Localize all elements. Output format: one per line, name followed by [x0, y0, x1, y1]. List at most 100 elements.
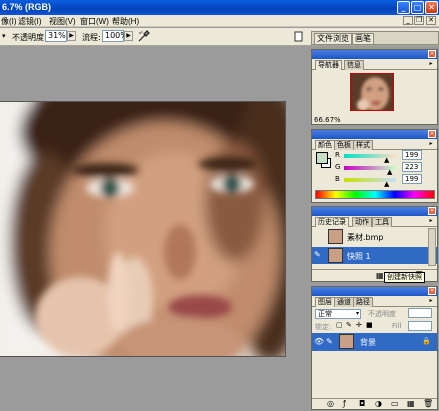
lock-image-icon[interactable]: ✎ — [346, 321, 352, 329]
tab-history[interactable]: 历史记录 — [315, 217, 349, 227]
new-document-icon[interactable]: ▦ — [376, 271, 384, 280]
navigator-preview-image — [351, 74, 393, 110]
document-canvas[interactable] — [0, 101, 286, 357]
tab-tools[interactable]: 工具 — [372, 217, 392, 227]
tab-color[interactable]: 颜色 — [315, 140, 335, 150]
tab-paths[interactable]: 路径 — [353, 297, 373, 307]
blend-mode-value: 正常 — [318, 310, 332, 318]
b-value-field[interactable]: 199 — [402, 174, 422, 184]
menu-view[interactable]: 视图(V) — [49, 16, 76, 27]
menu-help[interactable]: 帮助(H) — [112, 16, 139, 27]
page-icon[interactable] — [294, 31, 304, 42]
panel-caption[interactable]: × — [312, 207, 437, 216]
layers-panel: × 图层 通道 路径 ▸ 正常 ▾ 不透明度 锁定: ▢ ✎ ✛ ■ Fill … — [311, 286, 438, 410]
doc-minimize-button[interactable]: _ — [403, 16, 413, 25]
panel-caption[interactable]: × — [312, 130, 437, 139]
chevron-down-icon[interactable]: ▾ — [356, 310, 359, 318]
layer-name: 背景 — [360, 338, 376, 347]
trash-icon[interactable]: 🗑 — [423, 399, 433, 408]
panel-menu-icon[interactable]: ▸ — [427, 141, 435, 148]
g-label: G — [335, 163, 341, 171]
palette-well: 文件浏览 画笔 — [311, 31, 439, 45]
layer-style-icon[interactable]: ƒ — [343, 399, 346, 408]
g-slider-handle[interactable]: ▲ — [387, 168, 392, 176]
foreground-color-swatch-front[interactable] — [316, 152, 328, 164]
color-ramp[interactable] — [315, 190, 435, 199]
history-item-label: 快照 1 — [347, 252, 371, 261]
tab-swatches[interactable]: 色板 — [334, 140, 354, 150]
eye-icon[interactable]: 👁 — [314, 337, 324, 346]
b-slider-handle[interactable]: ▲ — [384, 180, 389, 188]
airbrush-icon[interactable] — [137, 30, 150, 43]
lock-label: 锁定: — [315, 323, 332, 331]
tab-layers[interactable]: 图层 — [315, 297, 335, 307]
panel-menu-icon[interactable]: ▸ — [427, 298, 435, 305]
new-layer-icon[interactable]: ▦ — [407, 399, 415, 408]
lock-position-icon[interactable]: ✛ — [356, 321, 362, 329]
brush-icon[interactable]: ✎ — [326, 337, 333, 346]
lock-transparency-icon[interactable]: ▢ — [336, 321, 343, 329]
maximize-button[interactable]: □ — [411, 1, 424, 14]
panel-menu-icon[interactable]: ▸ — [427, 61, 435, 68]
flow-field[interactable]: 100% — [102, 30, 128, 42]
mode-drop-icon[interactable]: ▾ — [2, 32, 6, 40]
menu-image[interactable]: 像(I) — [1, 16, 17, 27]
tab-channels[interactable]: 通道 — [334, 297, 354, 307]
history-brush-source-icon[interactable]: ✎ — [314, 250, 321, 259]
blend-mode-select[interactable]: 正常 ▾ — [315, 309, 361, 319]
panel-menu-icon[interactable]: ▸ — [427, 218, 435, 225]
g-value-field[interactable]: 223 — [402, 162, 422, 172]
layer-opacity-field[interactable] — [408, 308, 432, 318]
menu-filter[interactable]: 滤镜(I) — [18, 16, 42, 27]
new-group-icon[interactable]: ▭ — [391, 399, 399, 408]
tab-styles[interactable]: 样式 — [353, 140, 373, 150]
window-title: 6.7% (RGB) — [2, 2, 52, 12]
tab-navigator[interactable]: 导航器 — [315, 60, 342, 70]
doc-close-button[interactable]: ✕ — [426, 16, 436, 25]
adjustment-layer-icon[interactable]: ◑ — [375, 399, 382, 408]
opacity-dropdown-icon[interactable]: ▶ — [67, 31, 76, 41]
tab-brushes[interactable]: 画笔 — [352, 33, 374, 45]
link-icon[interactable]: ◎ — [327, 399, 334, 408]
history-thumbnail — [328, 229, 343, 244]
lock-all-icon[interactable]: ■ — [366, 321, 373, 329]
history-thumbnail — [328, 248, 343, 263]
opacity-field[interactable]: 31% — [45, 30, 67, 42]
history-panel: × 历史记录 动作 工具 ▸ 素材.bmp ✎ 快照 1 ▦ ◙ 🗑 — [311, 206, 438, 282]
menu-window[interactable]: 窗口(W) — [80, 16, 109, 27]
close-button[interactable]: ✕ — [425, 1, 438, 14]
history-item-source[interactable]: 素材.bmp — [312, 228, 437, 245]
close-icon[interactable]: × — [428, 50, 436, 58]
tab-actions[interactable]: 动作 — [352, 217, 372, 227]
fill-field[interactable] — [408, 321, 432, 331]
menu-bar: 像(I) 滤镜(I) 视图(V) 窗口(W) 帮助(H) _ ❐ ✕ — [0, 15, 439, 27]
close-icon[interactable]: × — [428, 287, 436, 295]
lock-icon: 🔒 — [422, 337, 431, 345]
history-scrollbar[interactable] — [428, 228, 436, 266]
close-icon[interactable]: × — [428, 130, 436, 138]
doc-restore-button[interactable]: ❐ — [414, 16, 424, 25]
tab-info[interactable]: 信息 — [344, 60, 364, 70]
r-label: R — [335, 151, 340, 159]
fill-label: Fill — [392, 322, 402, 330]
panel-caption[interactable]: × — [312, 50, 437, 59]
r-slider-handle[interactable]: ▲ — [384, 156, 389, 164]
opacity-label: 不透明度: — [12, 33, 47, 42]
r-value-field[interactable]: 199 — [402, 150, 422, 160]
tab-file-browser[interactable]: 文件浏览 — [314, 33, 352, 45]
panel-caption[interactable]: × — [312, 287, 437, 296]
flow-label: 流程: — [82, 33, 101, 42]
navigator-panel: × 导航器 信息 ▸ 66.67% — [311, 49, 438, 125]
new-snapshot-tooltip: 创建新快照 — [384, 272, 425, 283]
minimize-button[interactable]: _ — [397, 1, 410, 14]
mask-icon[interactable]: ◘ — [359, 399, 365, 408]
close-icon[interactable]: × — [428, 207, 436, 215]
title-bar: 6.7% (RGB) _ □ ✕ — [0, 0, 439, 15]
layer-opacity-label: 不透明度 — [368, 310, 396, 318]
layer-row-background[interactable]: 👁 ✎ 背景 🔒 — [312, 333, 437, 351]
navigator-thumbnail[interactable] — [350, 73, 394, 111]
history-item-label: 素材.bmp — [347, 233, 384, 242]
flow-dropdown-icon[interactable]: ▶ — [124, 31, 133, 41]
history-item-snapshot[interactable]: ✎ 快照 1 — [312, 247, 437, 264]
zoom-readout[interactable]: 66.67% — [314, 116, 341, 124]
